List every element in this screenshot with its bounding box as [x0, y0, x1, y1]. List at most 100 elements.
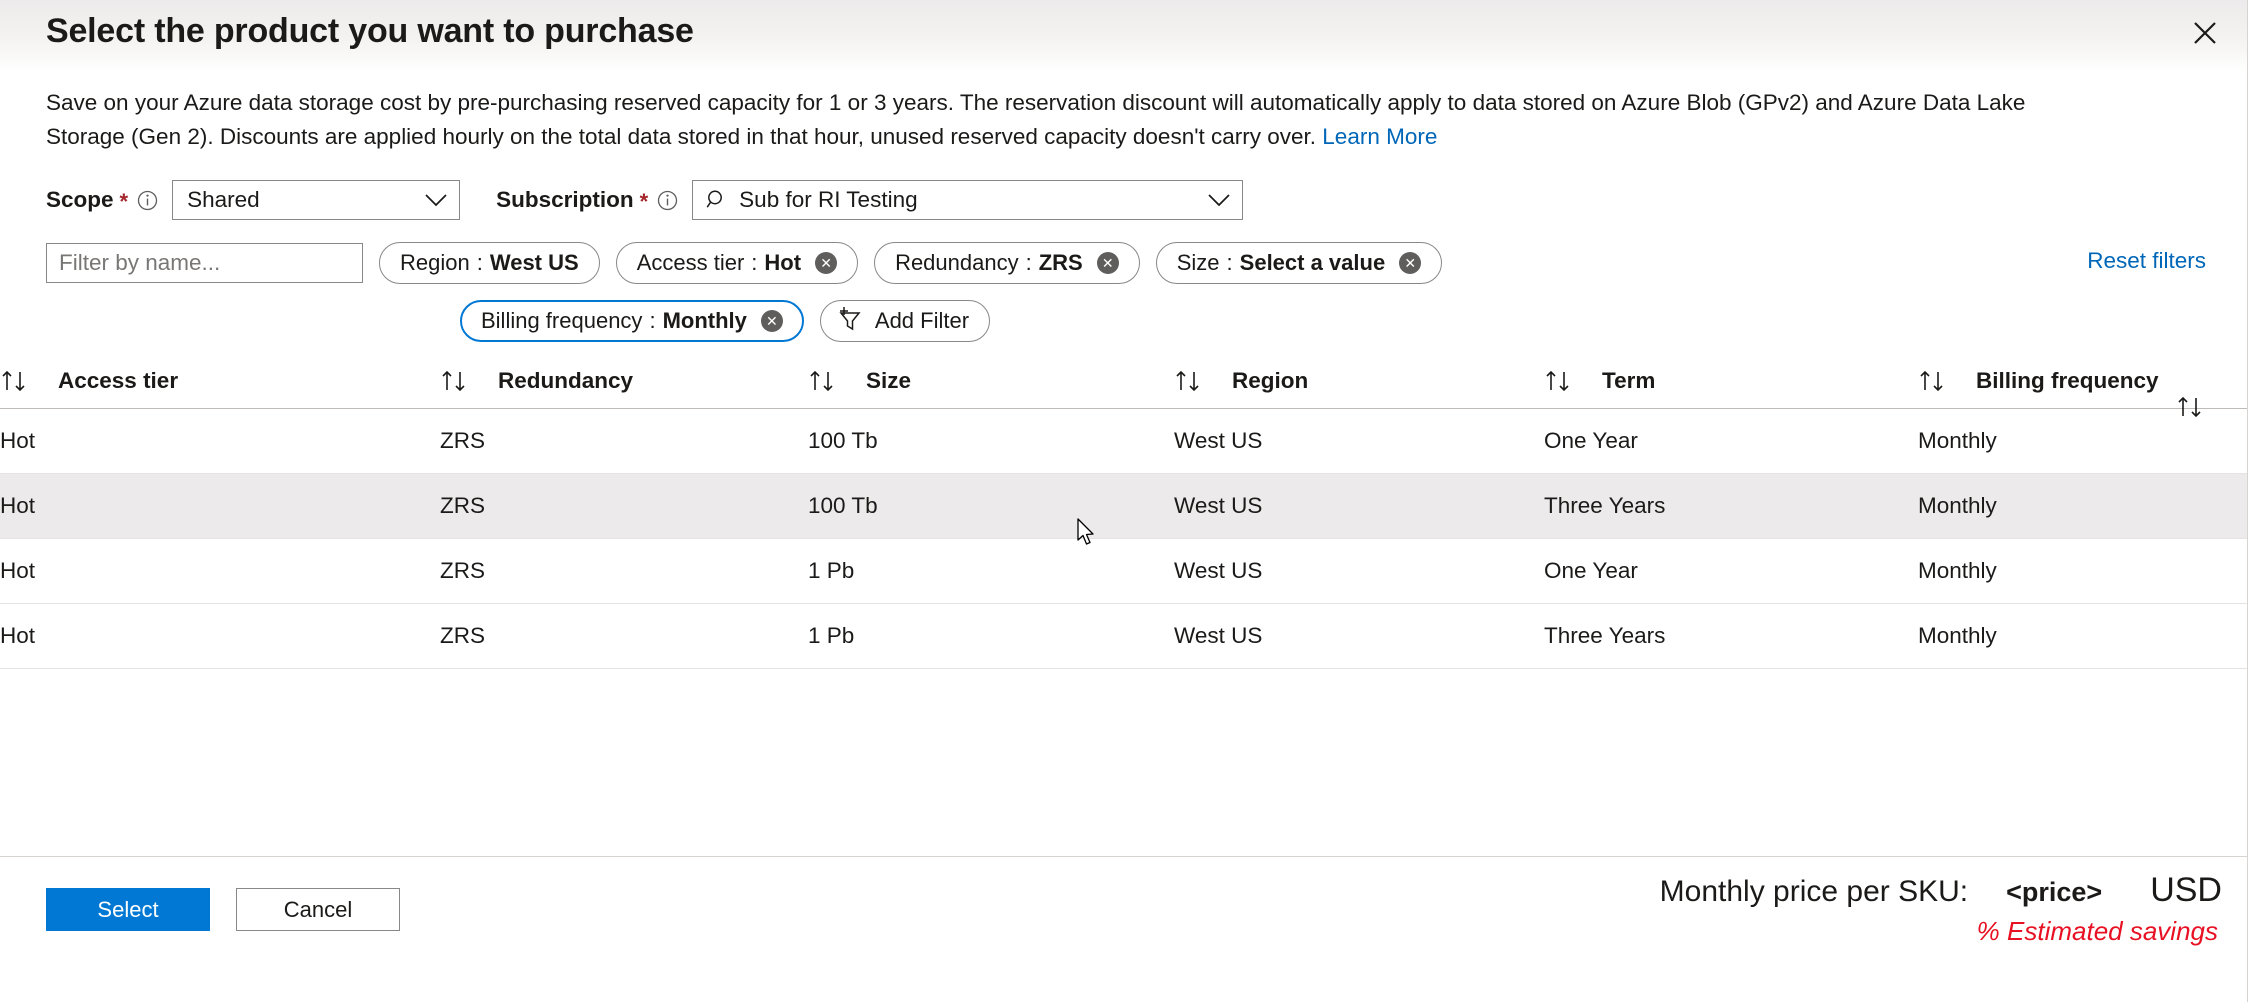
cell-access-tier: Hot	[0, 474, 440, 539]
column-header-redundancy[interactable]: Redundancy	[440, 368, 808, 409]
cell-access-tier: Hot	[0, 539, 440, 604]
learn-more-link[interactable]: Learn More	[1322, 124, 1437, 149]
sort-icon	[1544, 368, 1576, 394]
scope-label: Scope	[46, 187, 114, 213]
close-button[interactable]	[2176, 6, 2234, 60]
filter-pill-key: Region	[400, 250, 470, 276]
column-header-label: Region	[1232, 368, 1308, 394]
filter-pill-value: ZRS	[1039, 250, 1083, 276]
column-header-billing-frequency[interactable]: Billing frequency	[1918, 368, 2248, 409]
cell-billing-frequency: Monthly	[1918, 604, 2248, 669]
cell-redundancy: ZRS	[440, 409, 808, 474]
filter-pill-value: Monthly	[663, 308, 747, 334]
filter-pill-redundancy[interactable]: Redundancy : ZRS ✕	[874, 242, 1140, 284]
reset-filters-link[interactable]: Reset filters	[2087, 248, 2206, 274]
scope-select-value: Shared	[187, 187, 424, 213]
cell-billing-frequency: Monthly	[1918, 474, 2248, 539]
scope-label-group: Scope *	[46, 187, 158, 213]
cell-redundancy: ZRS	[440, 539, 808, 604]
cell-redundancy: ZRS	[440, 604, 808, 669]
filters-area: Region : West US Access tier : Hot ✕ Red…	[0, 242, 2248, 342]
page-title: Select the product you want to purchase	[46, 12, 694, 51]
sort-icon	[440, 368, 472, 394]
products-table-container: Access tier Redundancy	[0, 368, 2248, 856]
column-header-label: Size	[866, 368, 911, 394]
filter-pill-key: Billing frequency	[481, 308, 642, 334]
filter-row-primary: Region : West US Access tier : Hot ✕ Red…	[0, 242, 2248, 284]
table-row[interactable]: Hot ZRS 1 Pb West US One Year Monthly	[0, 539, 2248, 604]
info-icon[interactable]	[657, 190, 678, 211]
close-icon	[2192, 20, 2218, 46]
description-text: Save on your Azure data storage cost by …	[46, 90, 2025, 149]
column-header-label: Term	[1602, 368, 1655, 394]
cell-region: West US	[1174, 409, 1544, 474]
cell-billing-frequency: Monthly	[1918, 539, 2248, 604]
cell-term: One Year	[1544, 409, 1918, 474]
subscription-select[interactable]: Sub for RI Testing	[692, 180, 1243, 220]
chevron-down-icon	[1207, 193, 1231, 207]
cell-size: 1 Pb	[808, 539, 1174, 604]
subscription-select-value: Sub for RI Testing	[739, 187, 1207, 213]
column-header-access-tier[interactable]: Access tier	[0, 368, 440, 409]
filter-pill-value: Select a value	[1240, 250, 1386, 276]
blade-header: Select the product you want to purchase	[0, 0, 2248, 72]
sort-icon	[1918, 368, 1950, 394]
products-table: Access tier Redundancy	[0, 368, 2248, 669]
clear-icon[interactable]: ✕	[815, 252, 837, 274]
column-header-term[interactable]: Term	[1544, 368, 1918, 409]
estimated-savings: % Estimated savings	[1660, 916, 2222, 947]
table-row[interactable]: Hot ZRS 100 Tb West US One Year Monthly	[0, 409, 2248, 474]
table-header-row: Access tier Redundancy	[0, 368, 2248, 409]
column-header-region[interactable]: Region	[1174, 368, 1544, 409]
filter-row-secondary: Billing frequency : Monthly ✕ Add Filter	[0, 300, 2248, 342]
add-filter-label: Add Filter	[875, 308, 969, 334]
scope-select[interactable]: Shared	[172, 180, 460, 220]
search-icon	[705, 188, 729, 212]
select-button[interactable]: Select	[46, 888, 210, 931]
filter-pill-key: Redundancy	[895, 250, 1019, 276]
filter-pill-billing-frequency[interactable]: Billing frequency : Monthly ✕	[460, 300, 804, 342]
footer-actions: Select Cancel	[46, 888, 400, 931]
cell-access-tier: Hot	[0, 604, 440, 669]
info-icon[interactable]	[137, 190, 158, 211]
column-header-label: Billing frequency	[1976, 368, 2159, 394]
table-body: Hot ZRS 100 Tb West US One Year Monthly …	[0, 409, 2248, 669]
filter-pill-key: Size	[1177, 250, 1220, 276]
cell-region: West US	[1174, 539, 1544, 604]
table-row[interactable]: Hot ZRS 1 Pb West US Three Years Monthly	[0, 604, 2248, 669]
clear-icon[interactable]: ✕	[1097, 252, 1119, 274]
sort-icon[interactable]	[2176, 394, 2208, 420]
chevron-down-icon	[424, 193, 448, 207]
purchase-product-blade: Select the product you want to purchase …	[0, 0, 2248, 1002]
filter-pill-separator: :	[649, 308, 655, 334]
filter-pill-access-tier[interactable]: Access tier : Hot ✕	[616, 242, 858, 284]
filter-pill-value: West US	[490, 250, 579, 276]
search-input[interactable]	[46, 243, 363, 283]
price-value: <price>	[2006, 877, 2102, 908]
scope-required-marker: *	[120, 191, 129, 213]
cell-size: 100 Tb	[808, 474, 1174, 539]
filter-pill-region[interactable]: Region : West US	[379, 242, 600, 284]
table-row[interactable]: Hot ZRS 100 Tb West US Three Years Month…	[0, 474, 2248, 539]
cell-region: West US	[1174, 604, 1544, 669]
cell-access-tier: Hot	[0, 409, 440, 474]
sort-icon	[808, 368, 840, 394]
filter-pill-separator: :	[1227, 250, 1233, 276]
cell-term: One Year	[1544, 539, 1918, 604]
clear-icon[interactable]: ✕	[1399, 252, 1421, 274]
filter-pill-separator: :	[1026, 250, 1032, 276]
price-currency: USD	[2150, 871, 2222, 910]
add-filter-button[interactable]: Add Filter	[820, 300, 990, 342]
subscription-label: Subscription	[496, 187, 634, 213]
clear-icon[interactable]: ✕	[761, 310, 783, 332]
cell-region: West US	[1174, 474, 1544, 539]
column-header-size[interactable]: Size	[808, 368, 1174, 409]
cell-term: Three Years	[1544, 474, 1918, 539]
add-filter-icon	[835, 307, 865, 335]
filter-pill-value: Hot	[764, 250, 801, 276]
filter-pill-key: Access tier	[637, 250, 745, 276]
filter-pill-size[interactable]: Size : Select a value ✕	[1156, 242, 1442, 284]
cancel-button[interactable]: Cancel	[236, 888, 400, 931]
scope-subscription-row: Scope * Shared Subscription *	[46, 180, 2248, 220]
column-header-label: Redundancy	[498, 368, 633, 394]
